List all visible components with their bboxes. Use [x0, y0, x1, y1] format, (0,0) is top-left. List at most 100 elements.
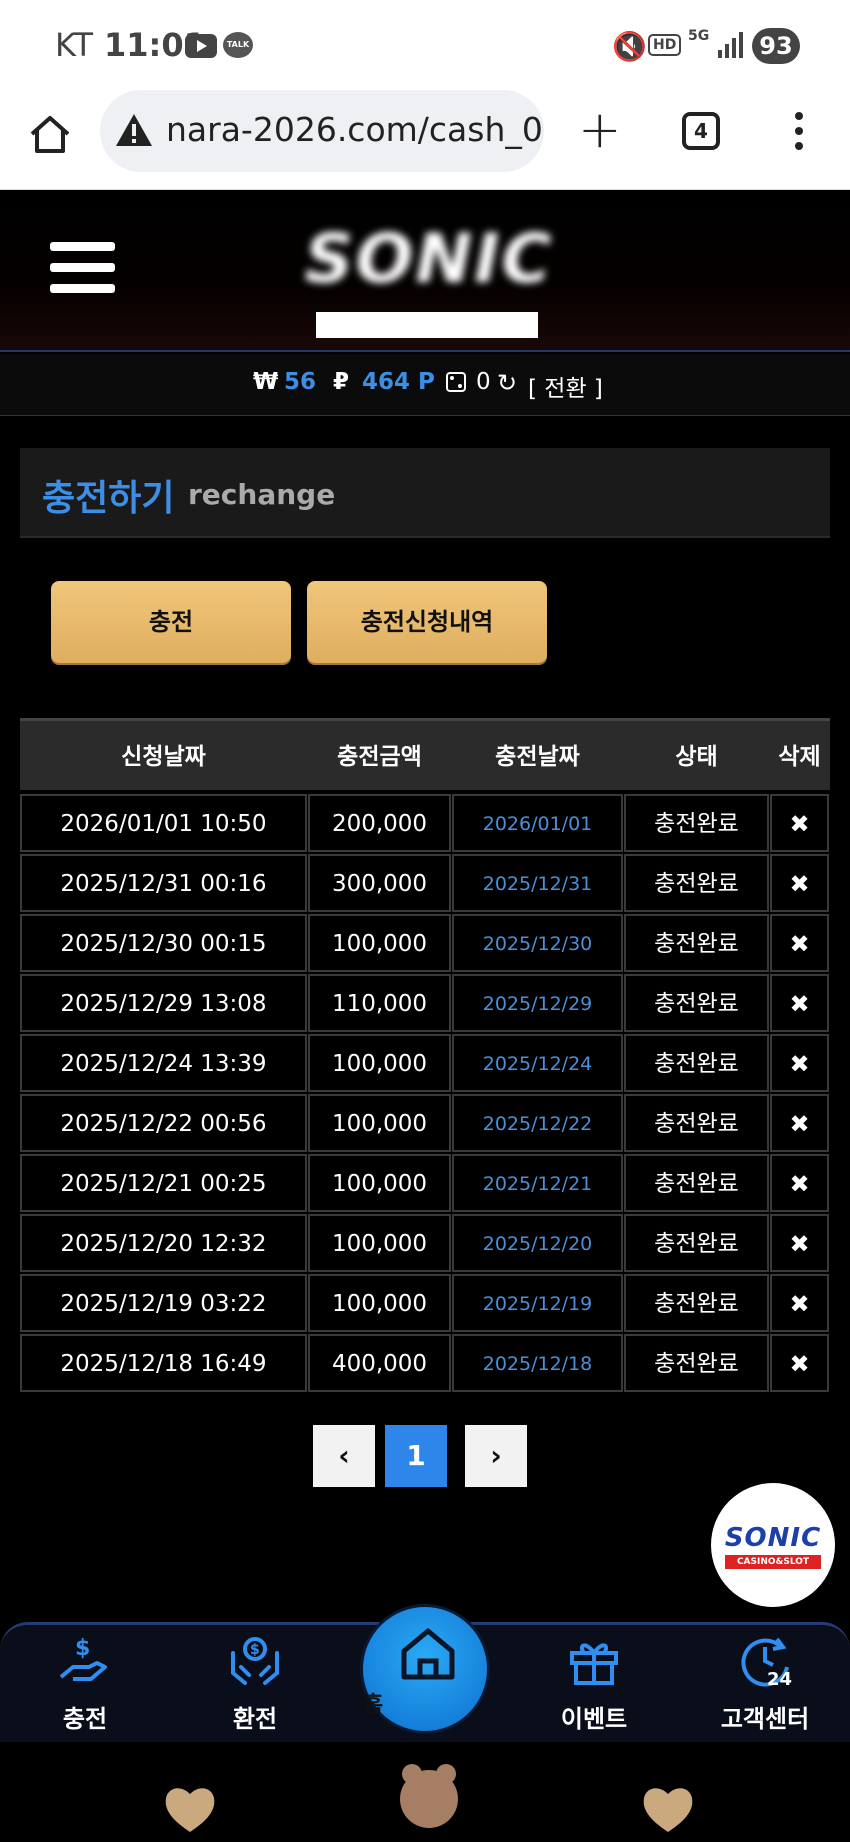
dice-icon: [446, 372, 466, 392]
gift-icon: [570, 1643, 618, 1685]
won-icon: ₩: [253, 369, 279, 395]
delete-icon[interactable]: ✖: [770, 1334, 829, 1392]
refresh-icon[interactable]: ↻: [497, 369, 517, 397]
cell-amount: 200,000: [308, 794, 451, 852]
charge-history-button[interactable]: 충전신청내역: [307, 581, 547, 663]
address-bar[interactable]: nara-2026.com/cash_01: [100, 90, 544, 172]
cell-request-date: 2025/12/30 00:15: [20, 914, 307, 972]
table-row: 2025/12/18 16:49 400,000 2025/12/18 충전완료…: [20, 1334, 830, 1392]
cell-status: 충전완료: [624, 1274, 769, 1332]
table-row: 2025/12/30 00:15 100,000 2025/12/30 충전완료…: [20, 914, 830, 972]
page-subtitle: rechange: [188, 478, 336, 511]
nav-label-exchange: 환전: [232, 1705, 278, 1733]
youtube-icon: [185, 34, 217, 58]
delete-icon[interactable]: ✖: [770, 914, 829, 972]
table-row: 2025/12/21 00:25 100,000 2025/12/21 충전완료…: [20, 1154, 830, 1212]
logo-underbar: [316, 312, 538, 338]
prev-page-button[interactable]: ‹: [313, 1425, 375, 1487]
table-row: 2025/12/19 03:22 100,000 2025/12/19 충전완료…: [20, 1274, 830, 1332]
cell-request-date: 2025/12/18 16:49: [20, 1334, 307, 1392]
column-status: 상태: [675, 744, 718, 770]
delete-icon[interactable]: ✖: [770, 1274, 829, 1332]
cell-status: 충전완료: [624, 1334, 769, 1392]
url-text[interactable]: nara-2026.com/cash_01: [166, 110, 544, 149]
cell-request-date: 2025/12/24 13:39: [20, 1034, 307, 1092]
nav-item-home[interactable]: 홈: [360, 1604, 490, 1734]
convert-link[interactable]: [ 전환 ]: [528, 369, 603, 403]
cell-status: 충전완료: [624, 1154, 769, 1212]
cell-charge-date: 2025/12/29: [452, 974, 623, 1032]
table-row: 2025/12/22 00:56 100,000 2025/12/22 충전완료…: [20, 1094, 830, 1152]
cell-amount: 300,000: [308, 854, 451, 912]
browser-toolbar: nara-2026.com/cash_01 + 4: [0, 90, 850, 190]
cell-amount: 100,000: [308, 1274, 451, 1332]
network-5g-icon: 5G: [688, 28, 710, 44]
delete-icon[interactable]: ✖: [770, 1034, 829, 1092]
cell-charge-date: 2025/12/18: [452, 1334, 623, 1392]
tab-switcher-button[interactable]: 4: [682, 112, 720, 150]
new-tab-button[interactable]: +: [578, 104, 622, 156]
cell-amount: 100,000: [308, 914, 451, 972]
badge-logo-text: SONIC: [724, 1523, 822, 1553]
cell-request-date: 2025/12/20 12:32: [20, 1214, 307, 1272]
cell-charge-date: 2025/12/31: [452, 854, 623, 912]
table-row: 2025/12/24 13:39 100,000 2025/12/24 충전완료…: [20, 1034, 830, 1092]
delete-icon[interactable]: ✖: [770, 1214, 829, 1272]
nav-label-event: 이벤트: [560, 1705, 628, 1733]
hd-voice-icon: HD: [648, 34, 682, 56]
nav-item-exchange[interactable]: $ 환전: [195, 1633, 315, 1743]
delete-icon[interactable]: ✖: [770, 974, 829, 1032]
cell-amount: 100,000: [308, 1154, 451, 1212]
next-page-button[interactable]: ›: [465, 1425, 527, 1487]
bear-face-icon: [400, 1764, 458, 1828]
cell-request-date: 2025/12/21 00:25: [20, 1154, 307, 1212]
hamburger-menu-icon[interactable]: [50, 242, 115, 298]
column-delete: 삭제: [778, 744, 821, 770]
warning-icon[interactable]: [114, 112, 154, 148]
cell-status: 충전완료: [624, 1214, 769, 1272]
cell-request-date: 2025/12/22 00:56: [20, 1094, 307, 1152]
svg-text:24: 24: [767, 1669, 792, 1689]
nav-label-home: 홈: [363, 1693, 384, 1718]
nav-item-support[interactable]: 24 고객센터: [705, 1633, 825, 1743]
carrier-label: KT: [55, 26, 94, 64]
table-row: 2025/12/31 00:16 300,000 2025/12/31 충전완료…: [20, 854, 830, 912]
cell-charge-date: 2025/12/20: [452, 1214, 623, 1272]
floating-sonic-badge[interactable]: SONIC CASINO&SLOT: [711, 1483, 835, 1607]
cell-charge-date: 2026/01/01: [452, 794, 623, 852]
point-icon: ₽: [333, 369, 350, 395]
status-bar: KT 11:01 TALK 🔇 HD 5G 93: [0, 0, 850, 90]
site-logo[interactable]: SONIC: [296, 220, 562, 338]
cell-charge-date: 2025/12/30: [452, 914, 623, 972]
delete-icon[interactable]: ✖: [770, 1094, 829, 1152]
cell-amount: 110,000: [308, 974, 451, 1032]
more-menu-icon[interactable]: [795, 112, 805, 152]
cell-request-date: 2025/12/29 13:08: [20, 974, 307, 1032]
cell-status: 충전완료: [624, 794, 769, 852]
nav-item-charge[interactable]: $ 충전: [25, 1633, 145, 1743]
page-title-bar: 충전하기 rechange: [20, 448, 830, 538]
site-header: SONIC: [0, 190, 850, 352]
charge-button[interactable]: 충전: [51, 581, 291, 663]
bottom-decoration-strip: [0, 1742, 850, 1842]
balance-bar: ₩ 56 ₽ 464 P 0 ↻ [ 전환 ]: [0, 354, 850, 416]
cell-request-date: 2025/12/19 03:22: [20, 1274, 307, 1332]
cell-request-date: 2025/12/31 00:16: [20, 854, 307, 912]
delete-icon[interactable]: ✖: [770, 794, 829, 852]
nav-label-support: 고객센터: [720, 1705, 810, 1733]
page-number-button[interactable]: 1: [385, 1425, 447, 1487]
svg-text:$: $: [75, 1636, 90, 1661]
point-balance: 464 P: [362, 369, 435, 395]
column-request-date: 신청날짜: [121, 744, 206, 770]
badge-subtitle: CASINO&SLOT: [725, 1555, 821, 1569]
mute-icon: 🔇: [612, 30, 647, 63]
delete-icon[interactable]: ✖: [770, 854, 829, 912]
home-icon[interactable]: [28, 112, 72, 156]
cell-amount: 100,000: [308, 1094, 451, 1152]
cell-charge-date: 2025/12/19: [452, 1274, 623, 1332]
delete-icon[interactable]: ✖: [770, 1154, 829, 1212]
heart-icon: [165, 1788, 215, 1832]
cell-request-date: 2026/01/01 10:50: [20, 794, 307, 852]
kakaotalk-icon: TALK: [223, 32, 253, 58]
nav-item-event[interactable]: 이벤트: [534, 1633, 654, 1743]
